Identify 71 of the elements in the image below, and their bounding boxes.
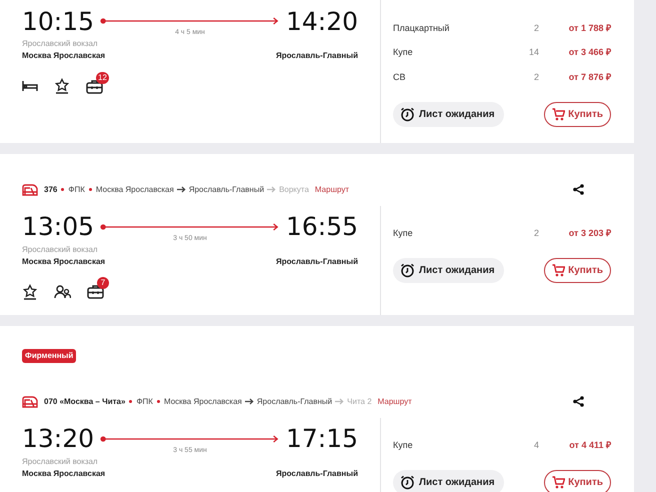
price: от 3 466 ₽ [568,46,611,59]
arrow-icon [335,398,344,405]
suitcase-icon[interactable] [86,78,103,94]
seat-count: 2 [532,70,539,84]
route-from: Москва Ярославская [164,396,242,408]
seat-count: 2 [532,227,539,240]
price: от 4 411 ₽ [568,439,611,452]
seat-count: 14 [528,46,539,59]
car-class: Купе [393,439,414,452]
waitlist-button[interactable]: Лист ожидания [393,470,504,492]
departure-time: 13:20 [22,426,94,451]
train-icon [22,396,38,408]
arrow-icon [176,186,186,193]
car-class: СВ [393,70,407,84]
car-class: Купе [393,227,414,240]
station-label: Ярославский вокзал [22,456,99,468]
count-badge: 12 [96,72,109,84]
arrival-time: 14:20 [286,8,358,34]
count-badge: 7 [97,277,109,289]
route-terminus: Чита 2 [347,396,372,408]
carrier-name: ФПК [136,396,153,408]
arrival-station: Ярославль-Главный [276,468,358,478]
buy-button[interactable]: Купить [544,258,611,283]
arrival-station: Ярославль-Главный [276,256,358,266]
suitcase-icon[interactable] [87,284,104,299]
price: от 7 876 ₽ [568,70,611,84]
cart-icon [552,476,566,489]
arrival-time: 16:55 [286,214,358,239]
train-icon [22,184,38,196]
buy-button[interactable]: Купить [544,102,611,126]
station-label: Ярославский вокзал [22,38,99,50]
share-icon[interactable] [573,184,584,195]
price: от 3 203 ₽ [568,227,611,240]
people-icon[interactable] [54,284,71,298]
route-from: Москва Ярославская [96,184,174,196]
train-number: 376 [44,184,58,196]
route-link[interactable]: Маршрут [314,184,350,196]
star-pedestal-icon[interactable] [22,284,38,300]
alarm-clock-icon [400,106,415,122]
route-to: Ярославль-Главный [256,396,332,408]
arrow-icon [267,186,276,193]
route-terminus: Воркута [279,184,309,196]
star-pedestal-icon[interactable] [54,78,70,94]
departure-station: Москва Ярославская [22,468,106,478]
cart-icon [552,264,566,277]
seat-count: 2 [532,22,539,34]
arrow-icon [244,398,254,405]
carrier-name: ФПК [68,184,85,196]
branded-badge: Фирменный [22,348,76,362]
waitlist-button[interactable]: Лист ожидания [393,102,504,126]
alarm-clock-icon [400,263,415,278]
price: от 1 788 ₽ [568,22,611,34]
bed-icon[interactable] [22,80,38,92]
cart-icon [552,108,566,120]
station-label: Ярославский вокзал [22,244,99,256]
departure-station: Москва Ярославская [22,256,106,266]
alarm-clock-icon [400,475,415,490]
departure-time: 10:15 [22,8,94,34]
arrival-time: 17:15 [286,426,358,451]
route-to: Ярославль-Главный [188,184,264,196]
waitlist-button[interactable]: Лист ожидания [393,258,504,283]
departure-time: 13:05 [22,214,94,239]
arrival-station: Ярославль-Главный [276,50,358,61]
route-link[interactable]: Маршрут [378,396,412,408]
car-class: Купе [393,46,414,59]
seat-count: 4 [532,439,539,452]
departure-station: Москва Ярославская [22,50,106,61]
buy-button[interactable]: Купить [544,470,611,492]
share-icon[interactable] [573,396,584,407]
train-number: 070 «Москва – Чита» [44,396,126,408]
car-class: Плацкартный [393,22,450,35]
